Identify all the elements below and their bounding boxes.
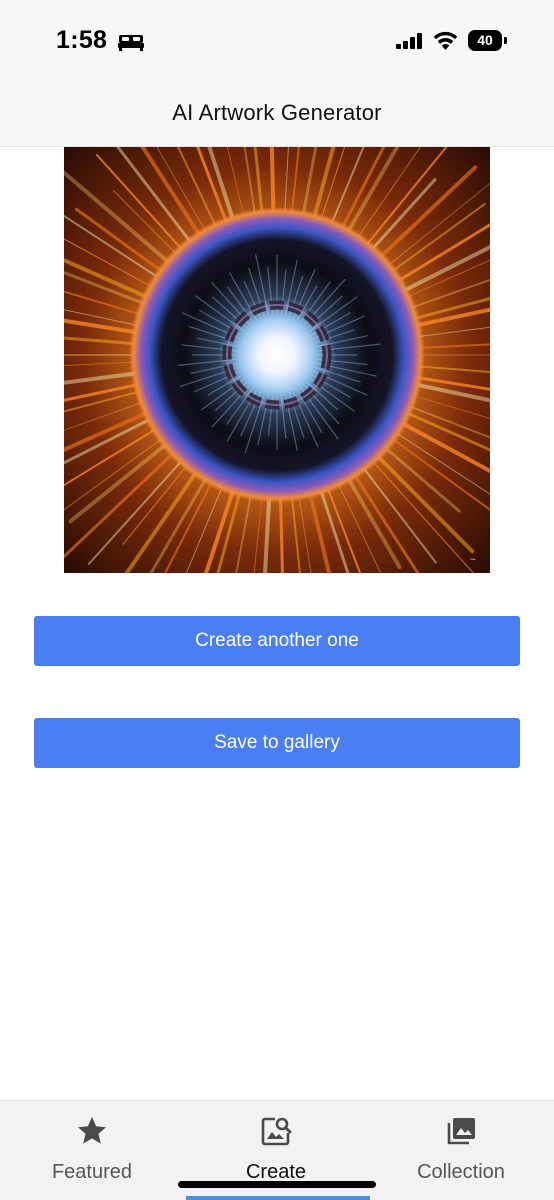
create-another-button[interactable]: Create another one (34, 616, 520, 666)
navigation-bar: AI Artwork Generator (0, 86, 554, 147)
page-title: AI Artwork Generator (172, 100, 382, 125)
tab-collection[interactable]: Collection (368, 1101, 554, 1200)
home-indicator (178, 1181, 376, 1188)
selected-tab-indicator (186, 1196, 370, 1200)
status-time: 1:58 (56, 26, 108, 54)
status-bar: 1:58 40 (0, 0, 554, 86)
tab-featured[interactable]: Featured (0, 1101, 184, 1200)
artwork-signature: ~ (469, 555, 477, 565)
tab-featured-label: Featured (51, 1161, 133, 1183)
battery-tip (504, 37, 507, 44)
artwork-canvas: ~ (64, 147, 490, 573)
star-icon (78, 1117, 106, 1144)
screen: 1:58 40 AI Artwork Generator ~ Create an… (0, 0, 554, 1200)
photo-library-icon (447, 1118, 475, 1145)
image-search-icon (261, 1117, 292, 1146)
battery-level: 40 (468, 30, 502, 51)
bed-icon (118, 35, 144, 51)
cellular-signal-icon (396, 33, 422, 49)
tab-collection-label: Collection (417, 1161, 505, 1183)
battery-icon: 40 (468, 30, 508, 51)
artwork-core (235, 313, 319, 397)
wifi-icon (433, 31, 458, 50)
save-to-gallery-button[interactable]: Save to gallery (34, 718, 520, 768)
generated-artwork-image: ~ (64, 147, 490, 573)
